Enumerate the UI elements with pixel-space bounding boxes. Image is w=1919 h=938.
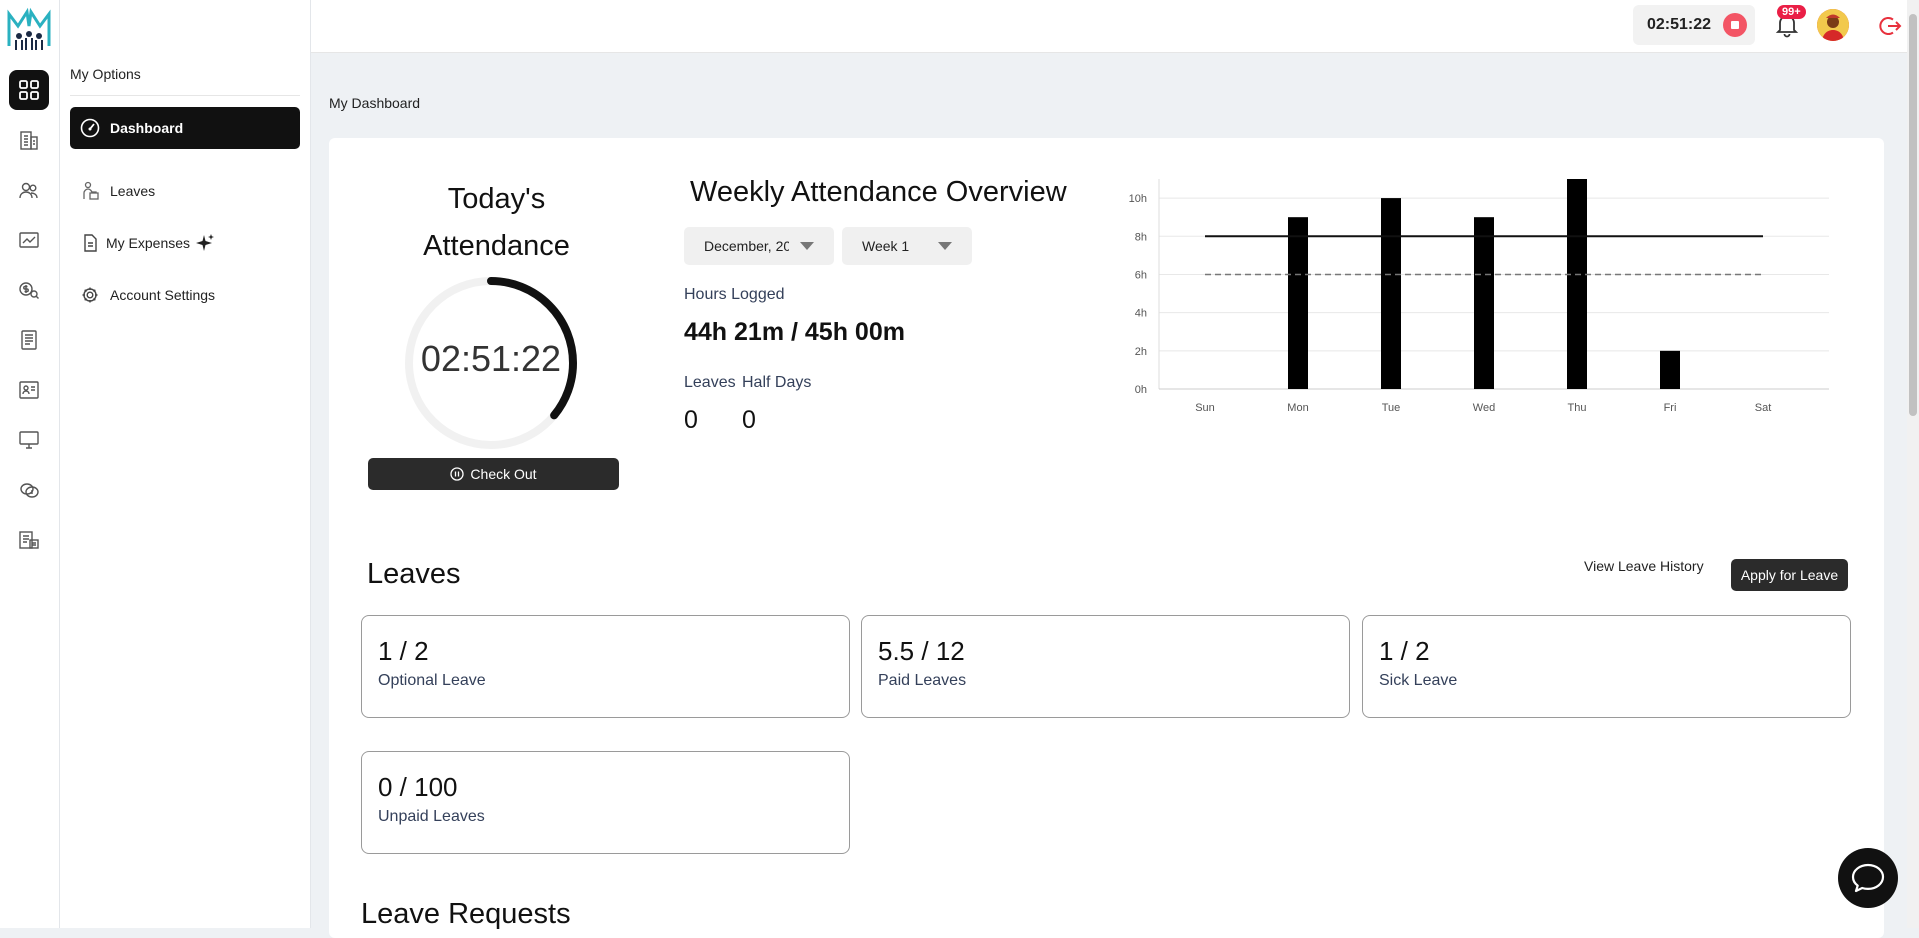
hours-logged-value: 44h 21m / 45h 00m (684, 318, 905, 346)
check-out-button[interactable]: Check Out (368, 458, 619, 490)
stop-icon (1731, 21, 1740, 29)
attendance-timer: 02:51:22 (420, 338, 562, 379)
x-tick-label: Thu (1568, 402, 1587, 414)
rail-document-list-icon[interactable] (9, 320, 49, 360)
rail-payroll-search-icon[interactable] (9, 270, 49, 310)
dashboard-gauge-icon (80, 118, 100, 138)
stop-timer-button[interactable] (1723, 13, 1748, 37)
x-tick-label: Fri (1664, 402, 1677, 414)
todays-attendance-title: Today's Attendance (423, 183, 570, 262)
avatar[interactable] (1817, 9, 1849, 41)
x-tick-label: Mon (1287, 402, 1308, 414)
leave-balance: 5.5 / 12 (878, 636, 965, 666)
nav-item-leaves[interactable]: Leaves (70, 170, 300, 212)
rail-report-icon[interactable] (9, 520, 49, 560)
leave-requests-title: Leave Requests (361, 898, 571, 930)
leave-card-sick: 1 / 2 Sick Leave (1362, 615, 1851, 718)
rail-chart-icon[interactable] (9, 220, 49, 260)
leave-balance: 0 / 100 (378, 772, 458, 802)
hours-logged-label: Hours Logged (684, 286, 785, 303)
x-tick-label: Sat (1755, 402, 1772, 414)
view-leave-history-button[interactable]: View Leave History (1584, 558, 1704, 574)
leave-card-paid: 5.5 / 12 Paid Leaves (861, 615, 1350, 718)
leaves-label: Leaves (684, 374, 736, 391)
y-tick-label: 0h (1135, 384, 1147, 396)
week-select[interactable]: Week 1 (842, 227, 972, 265)
dashboard-card: Today's Attendance 02:51:22 Check Out We… (329, 138, 1884, 938)
x-tick-label: Sun (1195, 402, 1215, 414)
chart-bar (1381, 198, 1401, 389)
leave-balance: 1 / 2 (1379, 636, 1430, 666)
panel-title: My Options (70, 66, 141, 82)
expenses-doc-icon (84, 234, 97, 252)
leave-balance: 1 / 2 (378, 636, 429, 666)
chevron-down-icon (800, 242, 814, 250)
sparkle-icon (196, 234, 215, 251)
nav-item-dashboard[interactable]: Dashboard (70, 107, 300, 149)
nav-item-label: My Expenses (106, 235, 191, 251)
options-panel: My Options Dashboard Leaves My Expenses … (60, 0, 311, 928)
pause-circle-icon (450, 467, 465, 481)
rail-money-icon[interactable] (9, 470, 49, 510)
rail-dashboard-icon[interactable] (9, 70, 49, 110)
leave-type: Paid Leaves (878, 672, 967, 689)
month-select-value: December, 2024 (704, 238, 789, 254)
scrollbar-thumb[interactable] (1909, 14, 1917, 416)
page-scrollbar[interactable] (1907, 0, 1919, 928)
nav-item-label: Dashboard (110, 120, 184, 136)
company-logo[interactable] (6, 6, 52, 50)
week-select-value: Week 1 (862, 238, 910, 254)
top-header: 02:51:22 99+ (311, 0, 1907, 53)
chart-bar (1474, 217, 1494, 389)
nav-item-label: Leaves (110, 183, 156, 199)
chart-bar (1660, 350, 1680, 389)
leave-card-unpaid: 0 / 100 Unpaid Leaves (361, 751, 850, 854)
y-tick-label: 10h (1129, 193, 1147, 205)
header-timer-text: 02:51:22 (1647, 16, 1712, 33)
leaves-section-title: Leaves (367, 558, 461, 590)
check-out-label: Check Out (470, 466, 537, 482)
nav-item-label: Account Settings (110, 287, 216, 303)
panel-divider (70, 95, 300, 96)
leave-card-optional: 1 / 2 Optional Leave (361, 615, 850, 718)
leaves-person-icon (83, 181, 99, 200)
nav-item-my-expenses[interactable]: My Expenses (70, 222, 300, 264)
logout-icon[interactable] (1877, 13, 1903, 39)
leave-type: Sick Leave (1379, 672, 1458, 689)
header-timer[interactable]: 02:51:22 (1633, 5, 1755, 45)
rail-building-icon[interactable] (9, 120, 49, 160)
x-tick-label: Wed (1473, 402, 1495, 414)
y-tick-label: 4h (1135, 308, 1147, 320)
weekly-hours-chart: 0h 2h 4h 6h 8h 10h Sun Mon Tue Wed Thu Fri Sat (1129, 179, 1829, 414)
notification-badge: 99+ (1777, 5, 1806, 19)
apply-for-leave-button[interactable]: Apply for Leave (1731, 559, 1848, 591)
breadcrumb: My Dashboard (329, 95, 421, 111)
leaves-value: 0 (684, 406, 698, 434)
rail-id-card-icon[interactable] (9, 370, 49, 410)
rail-monitor-icon[interactable] (9, 420, 49, 460)
month-select[interactable]: December, 2024 (684, 227, 834, 265)
y-tick-label: 6h (1135, 269, 1147, 281)
icon-rail (0, 0, 60, 928)
y-tick-label: 8h (1135, 231, 1147, 243)
rail-users-icon[interactable] (9, 170, 49, 210)
half-days-label: Half Days (742, 374, 812, 391)
y-tick-label: 2h (1135, 346, 1147, 358)
x-tick-label: Tue (1382, 402, 1401, 414)
half-days-value: 0 (742, 406, 756, 434)
leave-type: Optional Leave (378, 672, 486, 689)
chevron-down-icon (938, 242, 952, 250)
leave-type: Unpaid Leaves (378, 808, 485, 825)
chart-bar (1288, 217, 1308, 389)
chat-button[interactable] (1838, 848, 1898, 908)
nav-item-account-settings[interactable]: Account Settings (70, 274, 300, 316)
chat-bubble-icon (1851, 863, 1885, 893)
weekly-overview-title: Weekly Attendance Overview (690, 176, 1067, 208)
chart-bar (1567, 179, 1587, 389)
gear-icon (82, 287, 98, 303)
